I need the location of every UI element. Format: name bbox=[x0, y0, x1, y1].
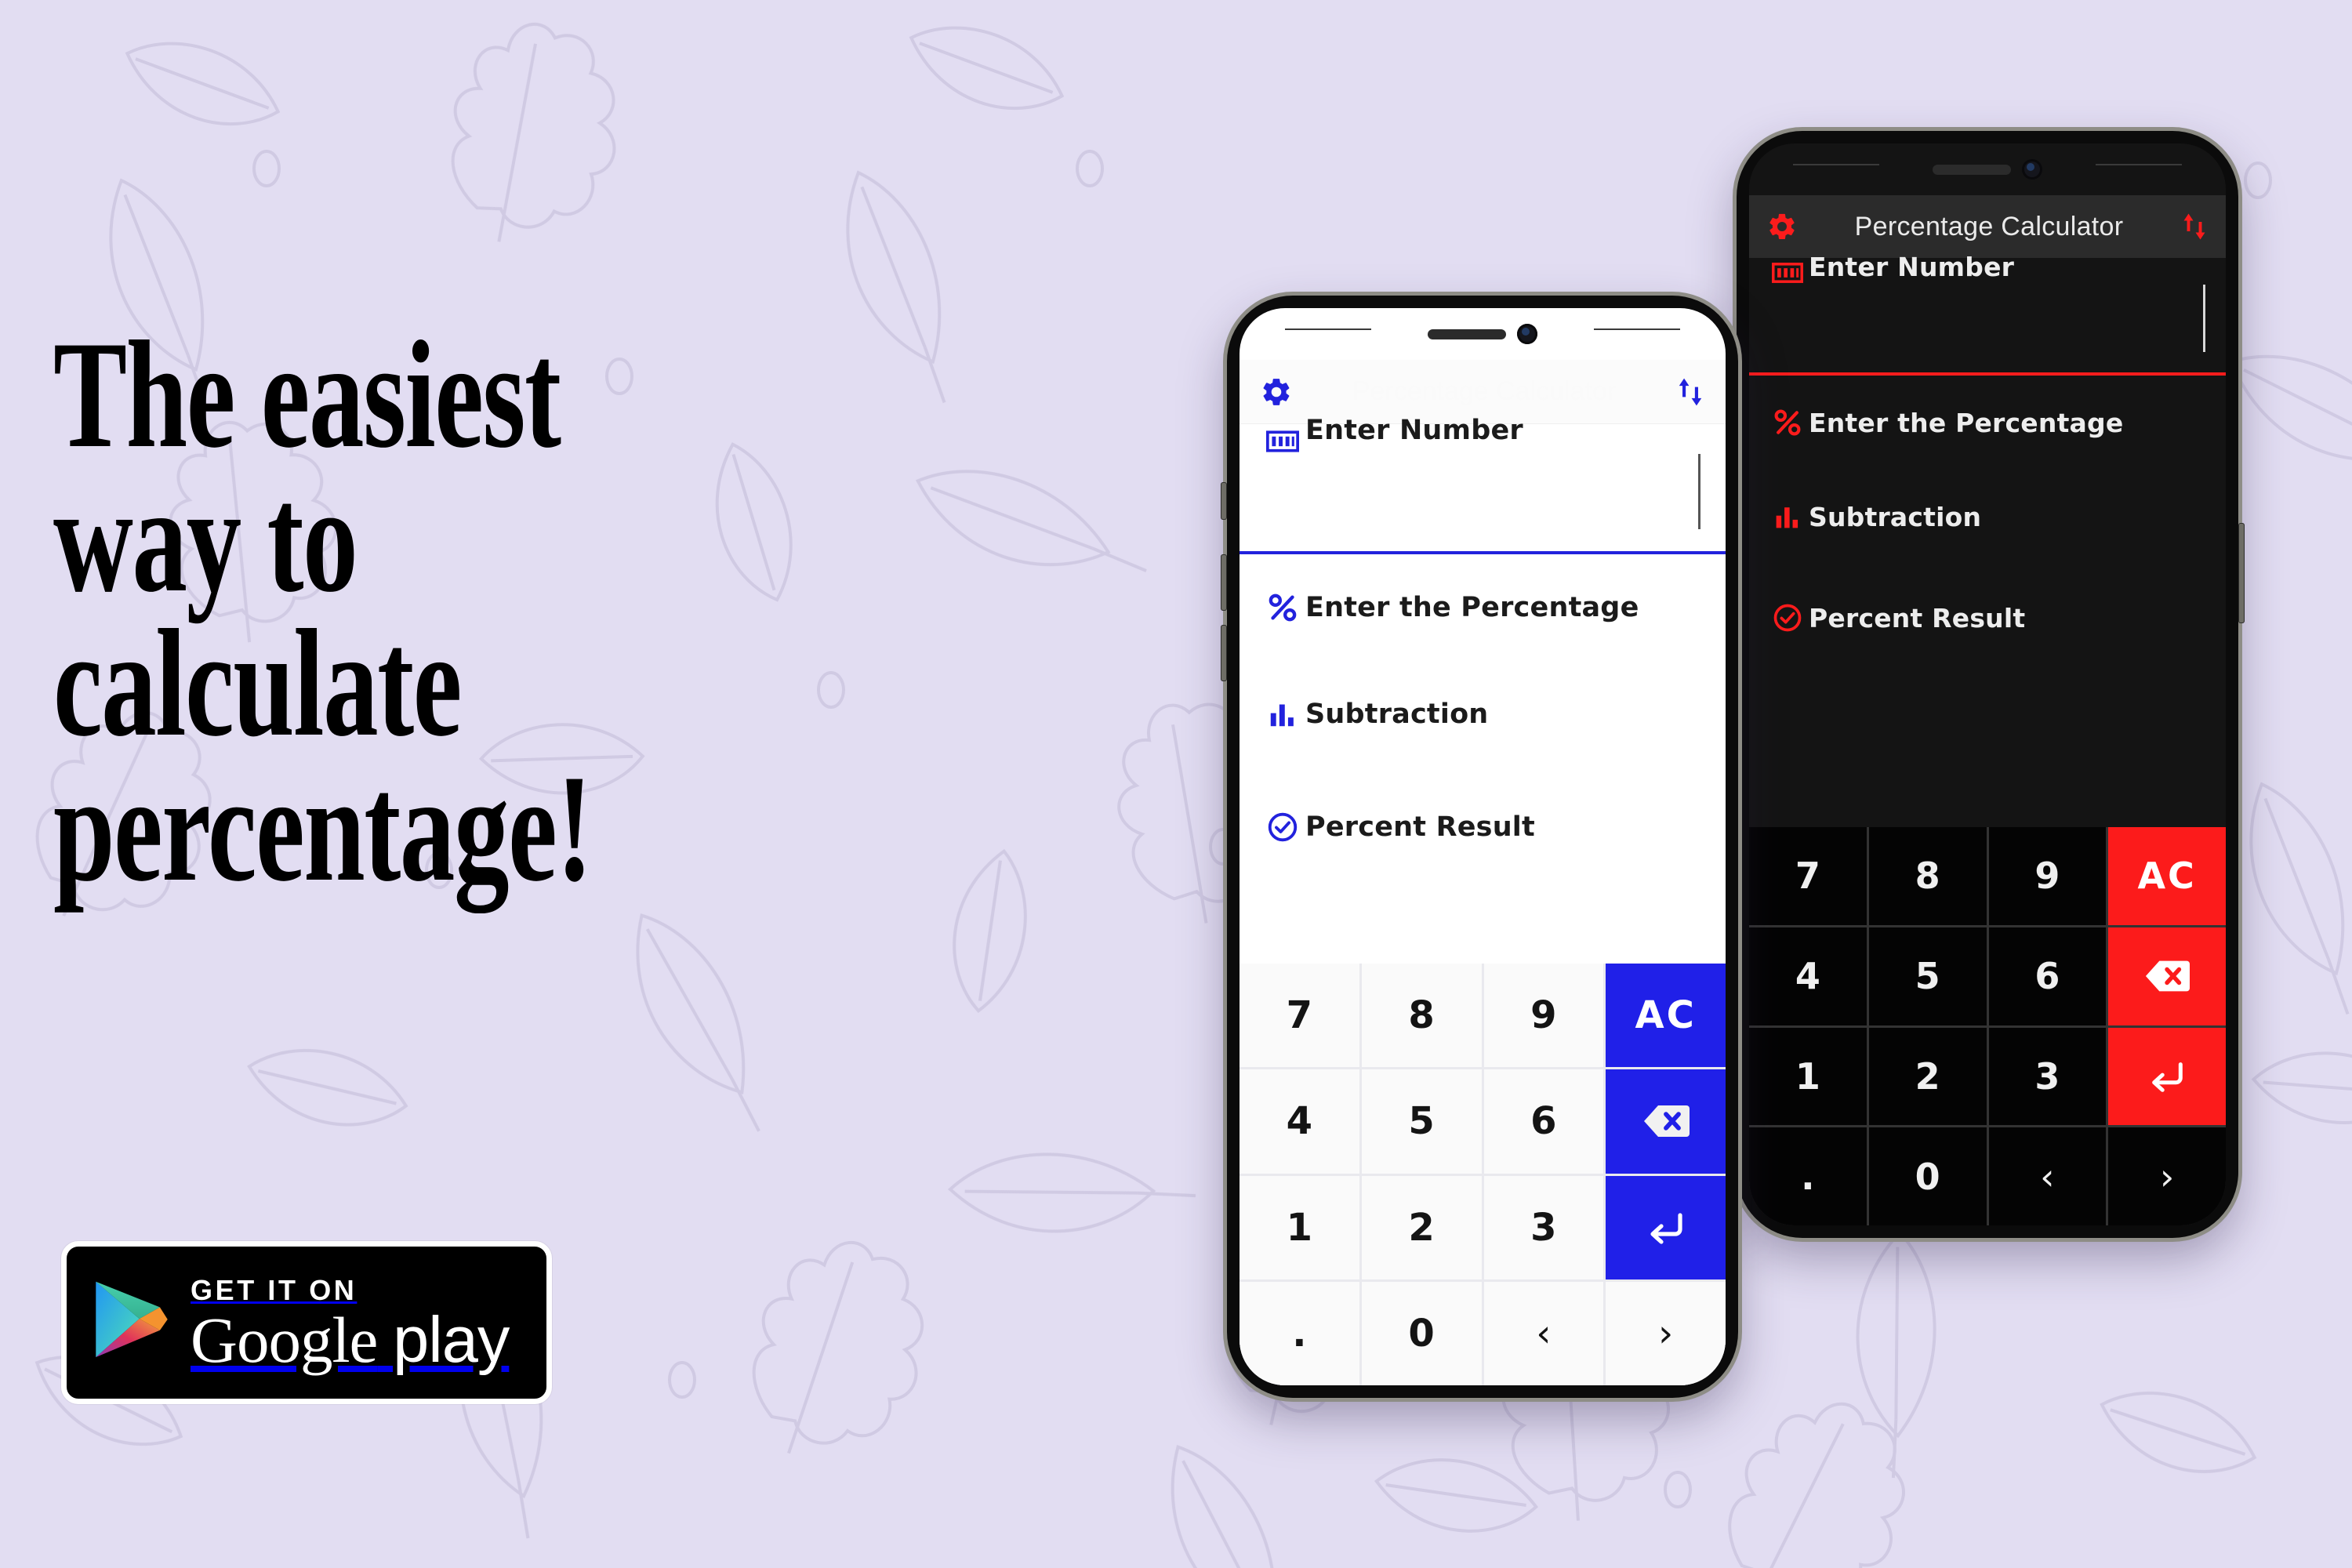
field-label-subtraction-light: Subtraction bbox=[1305, 699, 1489, 730]
field-enter-number-light[interactable]: Enter Number bbox=[1240, 415, 1726, 554]
phone-mockup-dark: Percentage Calculator Enter Number Enter… bbox=[1737, 131, 2245, 1238]
key-1-dark[interactable]: 1 bbox=[1749, 1027, 1867, 1126]
key-1-light[interactable]: 1 bbox=[1240, 1175, 1359, 1279]
app-title-dark: Percentage Calculator bbox=[1854, 211, 2124, 241]
key-8-light[interactable]: 8 bbox=[1361, 964, 1482, 1068]
key-9-dark[interactable]: 9 bbox=[1988, 827, 2107, 925]
headline-line-3: calculate bbox=[53, 598, 462, 769]
badge-get-it-on-label: GET IT ON bbox=[191, 1273, 358, 1306]
volume-up-button-light[interactable] bbox=[1221, 554, 1227, 611]
field-percent-result-light[interactable]: Percent Result bbox=[1240, 768, 1726, 887]
headline-line-2: way to bbox=[53, 454, 358, 625]
settings-gear-icon-dark[interactable] bbox=[1766, 211, 1798, 242]
key-next-light[interactable]: › bbox=[1606, 1281, 1726, 1385]
key-decimal-light[interactable]: . bbox=[1240, 1281, 1359, 1385]
backspace-icon bbox=[1643, 1105, 1690, 1138]
key-7-light[interactable]: 7 bbox=[1240, 964, 1359, 1068]
key-5-dark[interactable]: 5 bbox=[1868, 927, 1987, 1025]
key-6-dark[interactable]: 6 bbox=[1988, 927, 2107, 1025]
front-camera-icon-light bbox=[1517, 324, 1537, 344]
key-enter-light[interactable] bbox=[1606, 1175, 1726, 1279]
phone-mockup-light: Percentage Calculator Enter Number Enter… bbox=[1221, 296, 1738, 1398]
key-7-dark[interactable]: 7 bbox=[1749, 827, 1867, 925]
volume-down-button-light[interactable] bbox=[1221, 625, 1227, 681]
key-all-clear-light[interactable]: AC bbox=[1606, 964, 1726, 1068]
field-label-subtraction-dark: Subtraction bbox=[1809, 501, 1982, 532]
badge-brand-label: Google play bbox=[191, 1302, 510, 1376]
app-title-light: Percentage Calculator bbox=[1352, 376, 1617, 406]
key-decimal-dark[interactable]: . bbox=[1749, 1127, 1867, 1225]
app-titlebar-dark: Percentage Calculator bbox=[1749, 195, 2226, 258]
text-caret-dark bbox=[2203, 285, 2205, 352]
field-label-enter-number-dark: Enter Number bbox=[1809, 252, 2015, 282]
text-caret-light bbox=[1698, 454, 1700, 529]
keypad-light: 7 8 9 AC 4 5 6 1 2 3 . 0 ‹ › bbox=[1240, 964, 1726, 1385]
key-all-clear-dark[interactable]: AC bbox=[2108, 827, 2226, 925]
key-prev-dark[interactable]: ‹ bbox=[1988, 1127, 2107, 1225]
google-play-badge[interactable]: GET IT ON Google play bbox=[61, 1241, 552, 1404]
phone-notch-dark bbox=[1749, 143, 2226, 195]
field-label-percent-result-light: Percent Result bbox=[1305, 811, 1535, 843]
key-0-light[interactable]: 0 bbox=[1361, 1281, 1482, 1385]
settings-gear-icon-light[interactable] bbox=[1260, 376, 1293, 408]
field-label-enter-percentage-light: Enter the Percentage bbox=[1305, 592, 1639, 623]
headline-line-1: The easiest bbox=[53, 310, 561, 480]
field-label-enter-percentage-dark: Enter the Percentage bbox=[1809, 407, 2124, 438]
enter-return-icon bbox=[2152, 1062, 2183, 1092]
key-backspace-dark[interactable] bbox=[2108, 927, 2226, 1025]
google-play-logo-icon bbox=[96, 1281, 168, 1358]
field-label-percent-result-dark: Percent Result bbox=[1809, 602, 2026, 633]
field-subtraction-light[interactable]: Subtraction bbox=[1240, 661, 1726, 768]
key-prev-light[interactable]: ‹ bbox=[1483, 1281, 1604, 1385]
field-percent-result-dark[interactable]: Percent Result bbox=[1749, 564, 2226, 672]
phone-notch-light bbox=[1240, 308, 1726, 360]
key-4-light[interactable]: 4 bbox=[1240, 1069, 1359, 1174]
headline-line-4: percentage! bbox=[53, 742, 593, 913]
key-backspace-light[interactable] bbox=[1606, 1069, 1726, 1174]
key-2-dark[interactable]: 2 bbox=[1868, 1027, 1987, 1126]
key-enter-dark[interactable] bbox=[2108, 1027, 2226, 1126]
mute-switch-light[interactable] bbox=[1221, 482, 1227, 520]
key-3-dark[interactable]: 3 bbox=[1988, 1027, 2107, 1126]
field-list-light: Enter Number Enter the Percentage Subtra… bbox=[1240, 415, 1726, 887]
field-subtraction-dark[interactable]: Subtraction bbox=[1749, 470, 2226, 564]
keypad-dark: 7 8 9 AC 4 5 6 1 2 3 . 0 ‹ › bbox=[1749, 827, 2226, 1225]
key-4-dark[interactable]: 4 bbox=[1749, 927, 1867, 1025]
key-3-light[interactable]: 3 bbox=[1483, 1175, 1604, 1279]
enter-return-icon bbox=[1650, 1213, 1682, 1244]
swap-arrows-icon-dark[interactable] bbox=[2180, 211, 2209, 242]
key-2-light[interactable]: 2 bbox=[1361, 1175, 1482, 1279]
check-circle-icon-light bbox=[1260, 811, 1305, 844]
phone-screen-light: Percentage Calculator Enter Number Enter… bbox=[1240, 308, 1726, 1385]
earpiece-speaker bbox=[1933, 164, 2011, 175]
key-5-light[interactable]: 5 bbox=[1361, 1069, 1482, 1174]
percent-icon-dark bbox=[1766, 408, 1809, 437]
field-list-dark: Enter Number Enter the Percentage Subtra… bbox=[1749, 252, 2226, 672]
power-button-dark[interactable] bbox=[2238, 523, 2245, 623]
field-enter-percentage-dark[interactable]: Enter the Percentage bbox=[1749, 376, 2226, 470]
phone-screen-dark: Percentage Calculator Enter Number Enter… bbox=[1749, 143, 2226, 1225]
earpiece-speaker-light bbox=[1428, 328, 1506, 339]
key-next-dark[interactable]: › bbox=[2108, 1127, 2226, 1225]
bar-chart-icon-dark bbox=[1766, 505, 1809, 528]
key-0-dark[interactable]: 0 bbox=[1868, 1127, 1987, 1225]
field-enter-number-dark[interactable]: Enter Number bbox=[1749, 252, 2226, 376]
hundred-box-icon-light bbox=[1260, 424, 1305, 454]
key-9-light[interactable]: 9 bbox=[1483, 964, 1604, 1068]
percent-icon-light bbox=[1260, 592, 1305, 623]
front-camera-icon bbox=[2022, 159, 2042, 180]
field-enter-percentage-light[interactable]: Enter the Percentage bbox=[1240, 554, 1726, 661]
key-8-dark[interactable]: 8 bbox=[1868, 827, 1987, 925]
bar-chart-icon-light bbox=[1260, 702, 1305, 727]
swap-arrows-icon-light[interactable] bbox=[1675, 376, 1705, 408]
check-circle-icon-dark bbox=[1766, 602, 1809, 633]
backspace-icon bbox=[2146, 960, 2190, 992]
page-title: The easiest way to calculate percentage! bbox=[53, 310, 742, 913]
key-6-light[interactable]: 6 bbox=[1483, 1069, 1604, 1174]
hundred-box-icon-dark bbox=[1766, 258, 1809, 285]
field-label-enter-number-light: Enter Number bbox=[1305, 415, 1523, 446]
